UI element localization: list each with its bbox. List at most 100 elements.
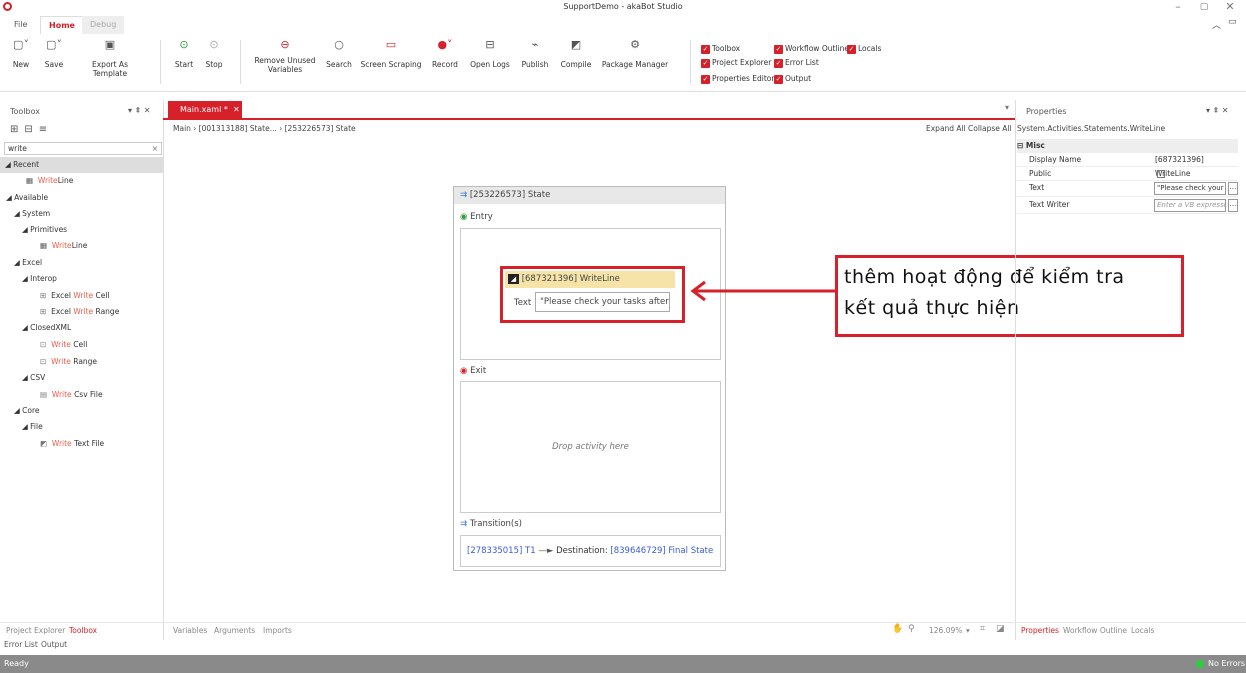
tree-item-excel-write-range[interactable]: ⊞ Excel Write Range bbox=[40, 304, 119, 320]
export-template-button[interactable]: ▣ Export As Template bbox=[74, 38, 146, 78]
tab-home[interactable]: Home bbox=[40, 16, 84, 34]
highlight-box bbox=[500, 266, 685, 323]
tree-group-interop[interactable]: ◢ Interop bbox=[22, 271, 57, 287]
toggle-project-explorer[interactable]: ✓ Project Explorer bbox=[701, 57, 771, 69]
close-tab-icon[interactable]: ✕ bbox=[233, 105, 240, 114]
new-icon: ▢˅ bbox=[13, 38, 29, 51]
tree-group-excel[interactable]: ◢ Excel bbox=[14, 255, 42, 271]
collapse-category-icon: ⊟ bbox=[1017, 141, 1024, 150]
tab-imports[interactable]: Imports bbox=[263, 626, 292, 635]
transition-row[interactable]: [278335015] T1 —► Destination: [83964672… bbox=[467, 546, 717, 556]
save-button[interactable]: ▢˅ Save bbox=[40, 38, 68, 69]
toolbox-view-icons[interactable]: ⊞⊟≡ bbox=[10, 124, 53, 135]
window-title: SupportDemo - akaBot Studio bbox=[563, 2, 683, 11]
restore-icon[interactable]: ▢ bbox=[1194, 2, 1214, 12]
tab-properties[interactable]: Properties bbox=[1021, 626, 1059, 635]
toggle-locals[interactable]: ✓ Locals bbox=[847, 43, 881, 55]
tree-item-writeline[interactable]: ▦ WriteLine bbox=[40, 238, 87, 254]
tree-group-closedxml[interactable]: ◢ ClosedXML bbox=[22, 320, 71, 336]
prop-text-ellipsis-button[interactable]: ... bbox=[1228, 182, 1238, 195]
prop-text: Text "Please check your... bbox=[1017, 181, 1238, 197]
transitions-label: ⇉ Transition(s) bbox=[460, 519, 522, 529]
tree-group-available[interactable]: ◢ Available bbox=[6, 190, 48, 206]
checkbox-icon: ✓ bbox=[847, 44, 856, 54]
tab-dropdown-icon[interactable]: ▾ bbox=[1005, 103, 1009, 112]
tab-workflow-outline[interactable]: Workflow Outline bbox=[1063, 626, 1127, 635]
tree-group-recent[interactable]: ◢ Recent bbox=[0, 157, 163, 173]
save-icon: ▢˅ bbox=[46, 38, 62, 51]
screen-scraping-button[interactable]: ▭ Screen Scraping bbox=[360, 38, 422, 69]
checkbox-icon: ✓ bbox=[774, 44, 783, 54]
package-manager-button[interactable]: ⚙ Package Manager bbox=[600, 38, 670, 69]
tab-error-list[interactable]: Error List bbox=[4, 640, 38, 649]
tree-group-file[interactable]: ◢ File bbox=[22, 419, 43, 435]
exit-label: ◉ Exit bbox=[460, 366, 487, 376]
toggle-properties-editor[interactable]: ✓ Properties Editor bbox=[701, 73, 774, 85]
prop-text-input[interactable]: "Please check your bbox=[1154, 182, 1226, 195]
pan-icon[interactable]: ✋ bbox=[892, 624, 903, 634]
public-checkbox[interactable] bbox=[1157, 170, 1165, 178]
close-icon[interactable]: ✕ bbox=[1220, 0, 1240, 13]
search-button[interactable]: ○ Search bbox=[324, 39, 354, 69]
panel-controls[interactable]: ▾ ⇞ ✕ bbox=[1206, 106, 1229, 115]
tree-group-system[interactable]: ◢ System bbox=[14, 206, 50, 222]
collapse-ribbon-icon[interactable]: ︿ bbox=[1212, 18, 1221, 31]
open-logs-button[interactable]: ⊟ Open Logs bbox=[468, 39, 512, 69]
tab-arguments[interactable]: Arguments bbox=[214, 626, 255, 635]
tree-item-write-text-file[interactable]: ◩ Write Text File bbox=[40, 436, 104, 452]
new-button[interactable]: ▢˅ New bbox=[8, 38, 34, 69]
exit-icon: ◉ bbox=[460, 366, 468, 376]
tab-main-xaml[interactable]: Main.xaml * ✕ bbox=[168, 101, 242, 118]
tab-file[interactable]: File bbox=[6, 16, 35, 34]
toolbox-search-input[interactable]: write × bbox=[4, 142, 162, 155]
layout-icon[interactable]: ▭ bbox=[1228, 17, 1237, 27]
start-button[interactable]: ⊙ Start bbox=[172, 39, 196, 69]
tab-toolbox[interactable]: Toolbox bbox=[69, 626, 97, 635]
tree-item-write-csv[interactable]: ▤ Write Csv File bbox=[40, 387, 103, 403]
collapse-all-link[interactable]: Collapse All bbox=[968, 124, 1012, 133]
tree-item-writeline-recent[interactable]: ▦ WriteLine bbox=[26, 173, 73, 189]
tab-variables[interactable]: Variables bbox=[173, 626, 207, 635]
package-icon: ⚙ bbox=[630, 38, 640, 51]
tree-item-write-cell[interactable]: ⊡ Write Cell bbox=[40, 337, 87, 353]
tree-group-primitives[interactable]: ◢ Primitives bbox=[22, 222, 67, 238]
tab-locals[interactable]: Locals bbox=[1131, 626, 1154, 635]
prop-text-writer-input[interactable]: Enter a VB expressi bbox=[1154, 199, 1226, 212]
toggle-toolbox[interactable]: ✓ Toolbox bbox=[701, 43, 740, 55]
tab-debug[interactable]: Debug bbox=[82, 16, 125, 34]
panel-controls[interactable]: ▾ ⇞ ✕ bbox=[128, 106, 151, 115]
breadcrumb[interactable]: Main › [001313188] State... › [253226573… bbox=[173, 124, 356, 133]
clear-search-icon[interactable]: × bbox=[152, 143, 158, 154]
expand-all-link[interactable]: Expand All bbox=[926, 124, 966, 133]
zoom-dropdown-icon[interactable]: ▾ bbox=[966, 626, 970, 635]
toggle-output[interactable]: ✓ Output bbox=[774, 73, 811, 85]
prop-text-writer-ellipsis-button[interactable]: ... bbox=[1228, 199, 1238, 212]
overview-icon[interactable]: ◪ bbox=[996, 624, 1005, 634]
record-button[interactable]: ●˅ Record bbox=[430, 39, 460, 69]
tab-output[interactable]: Output bbox=[41, 640, 67, 649]
compile-button[interactable]: ◩ Compile bbox=[558, 39, 594, 69]
monitor-icon: ▭ bbox=[385, 38, 397, 51]
minimize-icon[interactable]: – bbox=[1168, 0, 1188, 13]
zoom-level[interactable]: 126.09% bbox=[929, 626, 962, 635]
state-icon: ⇉ bbox=[460, 190, 468, 200]
tree-group-core[interactable]: ◢ Core bbox=[14, 403, 40, 419]
remove-unused-button[interactable]: ⊖ Remove Unused Variables bbox=[252, 39, 318, 74]
stop-button[interactable]: ⊙ Stop bbox=[202, 39, 226, 69]
tree-item-excel-write-cell[interactable]: ⊞ Excel Write Cell bbox=[40, 288, 110, 304]
toggle-error-list[interactable]: ✓ Error List bbox=[774, 57, 819, 69]
callout-line-1: thêm hoạt động để kiểm tra bbox=[844, 266, 1125, 288]
zoom-icon[interactable]: ⚲ bbox=[908, 624, 915, 634]
toggle-workflow-outline[interactable]: ✓ Workflow Outline bbox=[774, 43, 849, 55]
properties-category[interactable]: ⊟ Misc bbox=[1017, 139, 1238, 153]
csv-icon: ▤ bbox=[40, 390, 48, 399]
publish-button[interactable]: ⌁ Publish bbox=[518, 39, 552, 69]
export-icon: ▣ bbox=[104, 38, 116, 51]
properties-type: System.Activities.Statements.WriteLine bbox=[1017, 124, 1166, 133]
tab-project-explorer[interactable]: Project Explorer bbox=[6, 626, 65, 635]
checkbox-icon: ✓ bbox=[701, 44, 710, 54]
tree-item-write-range[interactable]: ⊡ Write Range bbox=[40, 354, 97, 370]
fit-screen-icon[interactable]: ⌗ bbox=[980, 624, 985, 634]
tree-group-csv[interactable]: ◢ CSV bbox=[22, 370, 45, 386]
state-header[interactable]: ⇉ [253226573] State bbox=[454, 187, 725, 204]
